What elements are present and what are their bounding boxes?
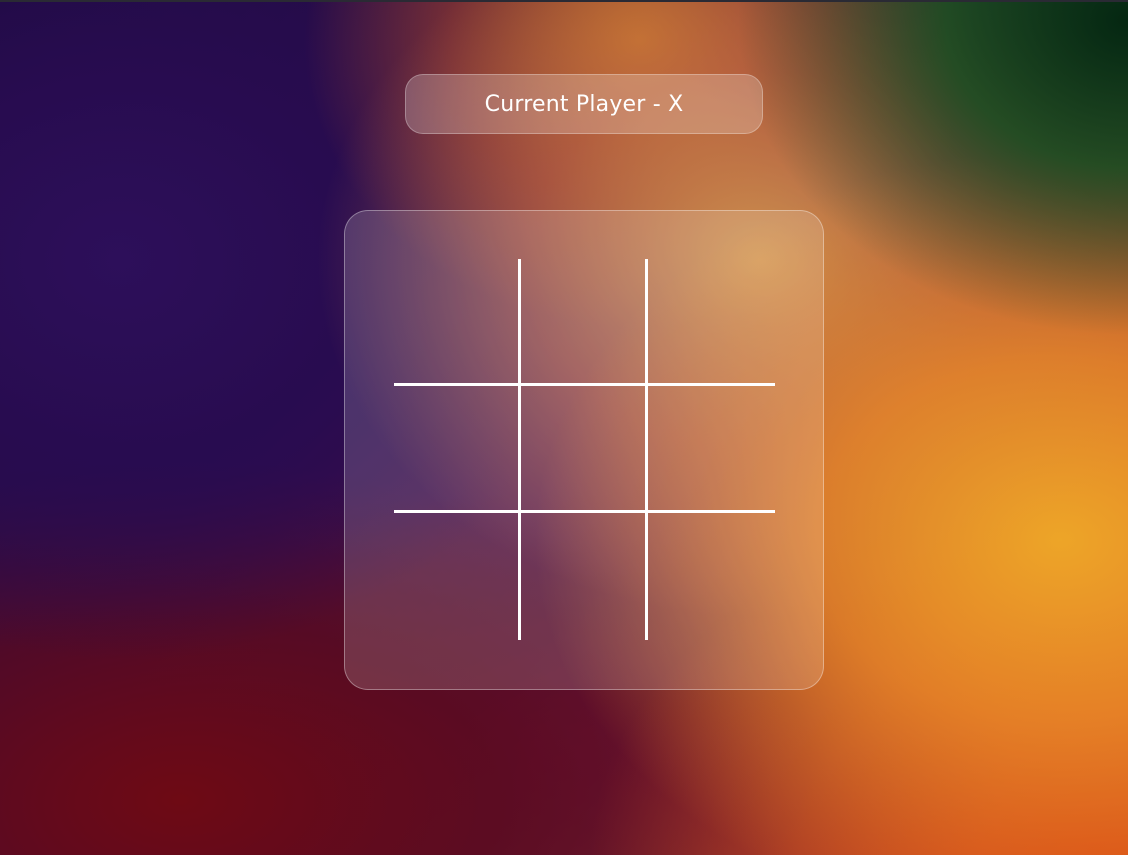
top-border bbox=[0, 0, 1128, 2]
board-cell-8[interactable] bbox=[521, 513, 648, 640]
current-player-label: Current Player - X bbox=[484, 91, 684, 117]
board-cell-6[interactable] bbox=[648, 386, 775, 513]
board-cell-2[interactable] bbox=[521, 259, 648, 386]
current-player-status: Current Player - X bbox=[405, 74, 763, 134]
board-cell-5[interactable] bbox=[521, 386, 648, 513]
board-cell-4[interactable] bbox=[394, 386, 521, 513]
tic-tac-toe-board bbox=[394, 259, 775, 640]
board-cell-9[interactable] bbox=[648, 513, 775, 640]
board-card bbox=[344, 210, 824, 690]
board-cell-3[interactable] bbox=[648, 259, 775, 386]
board-cell-7[interactable] bbox=[394, 513, 521, 640]
board-cell-1[interactable] bbox=[394, 259, 521, 386]
